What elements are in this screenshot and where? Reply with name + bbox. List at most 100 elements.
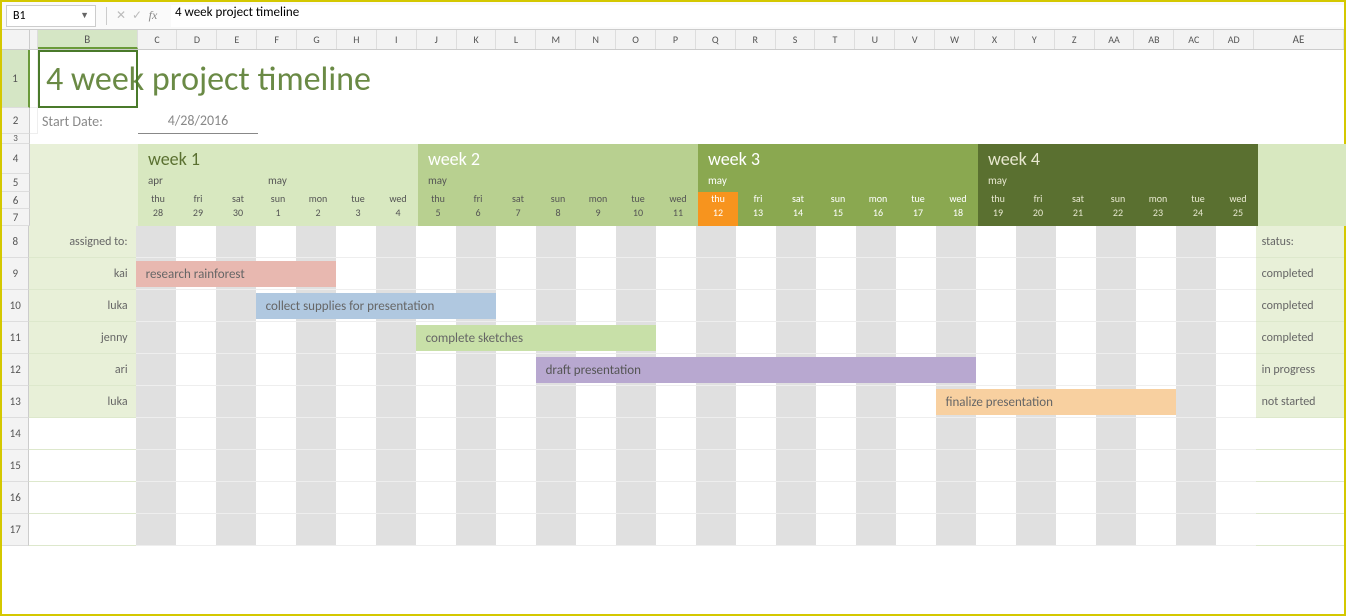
- day-cell-22[interactable]: [1016, 482, 1056, 514]
- cell-A1[interactable]: [30, 50, 38, 108]
- day-cell-3[interactable]: [256, 386, 296, 418]
- day-6[interactable]: wed4: [378, 192, 418, 226]
- day-cell-2[interactable]: [216, 226, 256, 258]
- day-cell-18[interactable]: [856, 322, 896, 354]
- day-cell-0[interactable]: [136, 450, 176, 482]
- row-header-11[interactable]: 11: [2, 322, 29, 354]
- status-4[interactable]: not started: [1256, 386, 1344, 418]
- day-cell-24[interactable]: [1096, 322, 1136, 354]
- day-cell-14[interactable]: [696, 450, 736, 482]
- day-cell-18[interactable]: [856, 258, 896, 290]
- day-cell-5[interactable]: [336, 514, 376, 546]
- day-cell-10[interactable]: [536, 258, 576, 290]
- name-box[interactable]: B1 ▼: [6, 5, 96, 27]
- day-cell-6[interactable]: [376, 482, 416, 514]
- day-cell-27[interactable]: [1216, 418, 1256, 450]
- day-13[interactable]: wed11: [658, 192, 698, 226]
- cancel-icon[interactable]: ✕: [113, 8, 129, 23]
- day-cell-25[interactable]: [1136, 418, 1176, 450]
- assignee-4[interactable]: luka: [29, 386, 135, 418]
- day-10[interactable]: sun8: [538, 192, 578, 226]
- day-cell-3[interactable]: [256, 514, 296, 546]
- day-cell-27[interactable]: [1216, 226, 1256, 258]
- day-cell-5[interactable]: [336, 322, 376, 354]
- day-cell-8[interactable]: [456, 226, 496, 258]
- day-cell-3[interactable]: [256, 418, 296, 450]
- day-cell-6[interactable]: [376, 354, 416, 386]
- day-cell-4[interactable]: [296, 482, 336, 514]
- day-cell-26[interactable]: [1176, 322, 1216, 354]
- day-cell-15[interactable]: [736, 450, 776, 482]
- day-cell-26[interactable]: [1176, 482, 1216, 514]
- col-header-AD[interactable]: AD: [1214, 30, 1254, 49]
- day-cell-17[interactable]: [816, 482, 856, 514]
- cell-B16[interactable]: [29, 482, 135, 514]
- day-12[interactable]: tue10: [618, 192, 658, 226]
- day-cell-7[interactable]: [416, 354, 456, 386]
- day-cell-20[interactable]: [936, 514, 976, 546]
- day-cell-5[interactable]: [336, 386, 376, 418]
- day-cell-24[interactable]: [1096, 514, 1136, 546]
- col-header-O[interactable]: O: [616, 30, 656, 49]
- day-cell-27[interactable]: [1216, 290, 1256, 322]
- day-cell-26[interactable]: [1176, 450, 1216, 482]
- day-cell-3[interactable]: [256, 226, 296, 258]
- day-cell-19[interactable]: [896, 290, 936, 322]
- day-cell-27[interactable]: [1216, 450, 1256, 482]
- status-2[interactable]: completed: [1256, 322, 1344, 354]
- row-header-7[interactable]: 7: [2, 209, 30, 226]
- task-bar-4[interactable]: finalize presentation: [936, 389, 1176, 415]
- day-cell-15[interactable]: [736, 290, 776, 322]
- day-cell-22[interactable]: [1016, 322, 1056, 354]
- row-2-blank[interactable]: [258, 108, 1344, 134]
- day-cell-19[interactable]: [896, 322, 936, 354]
- day-cell-27[interactable]: [1216, 258, 1256, 290]
- day-cell-8[interactable]: [456, 450, 496, 482]
- week-4-header[interactable]: week 4maythu19fri20sat21sun22mon23tue24w…: [978, 144, 1258, 226]
- day-cell-13[interactable]: [656, 418, 696, 450]
- day-cell-11[interactable]: [576, 418, 616, 450]
- day-cell-14[interactable]: [696, 258, 736, 290]
- spreadsheet-grid[interactable]: B C D E F G H I J K L M N O P Q R S T U …: [2, 30, 1344, 546]
- day-cell-10[interactable]: [536, 226, 576, 258]
- day-cell-27[interactable]: [1216, 322, 1256, 354]
- col-header-D[interactable]: D: [177, 30, 217, 49]
- day-cell-19[interactable]: [896, 482, 936, 514]
- status-1[interactable]: completed: [1256, 290, 1344, 322]
- day-cell-23[interactable]: [1056, 354, 1096, 386]
- day-cell-15[interactable]: [736, 418, 776, 450]
- day-cell-25[interactable]: [1136, 290, 1176, 322]
- col-header-N[interactable]: N: [576, 30, 616, 49]
- day-cell-27[interactable]: [1216, 482, 1256, 514]
- day-cell-13[interactable]: [656, 386, 696, 418]
- day-cell-21[interactable]: [976, 418, 1016, 450]
- day-27[interactable]: wed25: [1218, 192, 1258, 226]
- day-cell-1[interactable]: [176, 482, 216, 514]
- day-cell-2[interactable]: [216, 386, 256, 418]
- day-cell-5[interactable]: [336, 418, 376, 450]
- day-cell-0[interactable]: [136, 386, 176, 418]
- day-cell-14[interactable]: [696, 386, 736, 418]
- day-cell-12[interactable]: [616, 258, 656, 290]
- col-header-I[interactable]: I: [377, 30, 417, 49]
- day-8[interactable]: fri6: [458, 192, 498, 226]
- day-cell-2[interactable]: [216, 450, 256, 482]
- day-7[interactable]: thu5: [418, 192, 458, 226]
- day-cell-2[interactable]: [216, 322, 256, 354]
- day-cell-8[interactable]: [456, 514, 496, 546]
- day-cell-5[interactable]: [336, 354, 376, 386]
- day-cell-27[interactable]: [1216, 386, 1256, 418]
- day-20[interactable]: wed18: [938, 192, 978, 226]
- day-cell-21[interactable]: [976, 258, 1016, 290]
- row-3-blank[interactable]: [30, 134, 1344, 144]
- day-cell-9[interactable]: [496, 226, 536, 258]
- day-cell-6[interactable]: [376, 418, 416, 450]
- day-cell-6[interactable]: [376, 450, 416, 482]
- day-cell-19[interactable]: [896, 386, 936, 418]
- cell-B14[interactable]: [29, 418, 135, 450]
- day-cell-11[interactable]: [576, 386, 616, 418]
- day-cell-17[interactable]: [816, 322, 856, 354]
- day-19[interactable]: tue17: [898, 192, 938, 226]
- task-bar-2[interactable]: complete sketches: [416, 325, 656, 351]
- day-cell-16[interactable]: [776, 386, 816, 418]
